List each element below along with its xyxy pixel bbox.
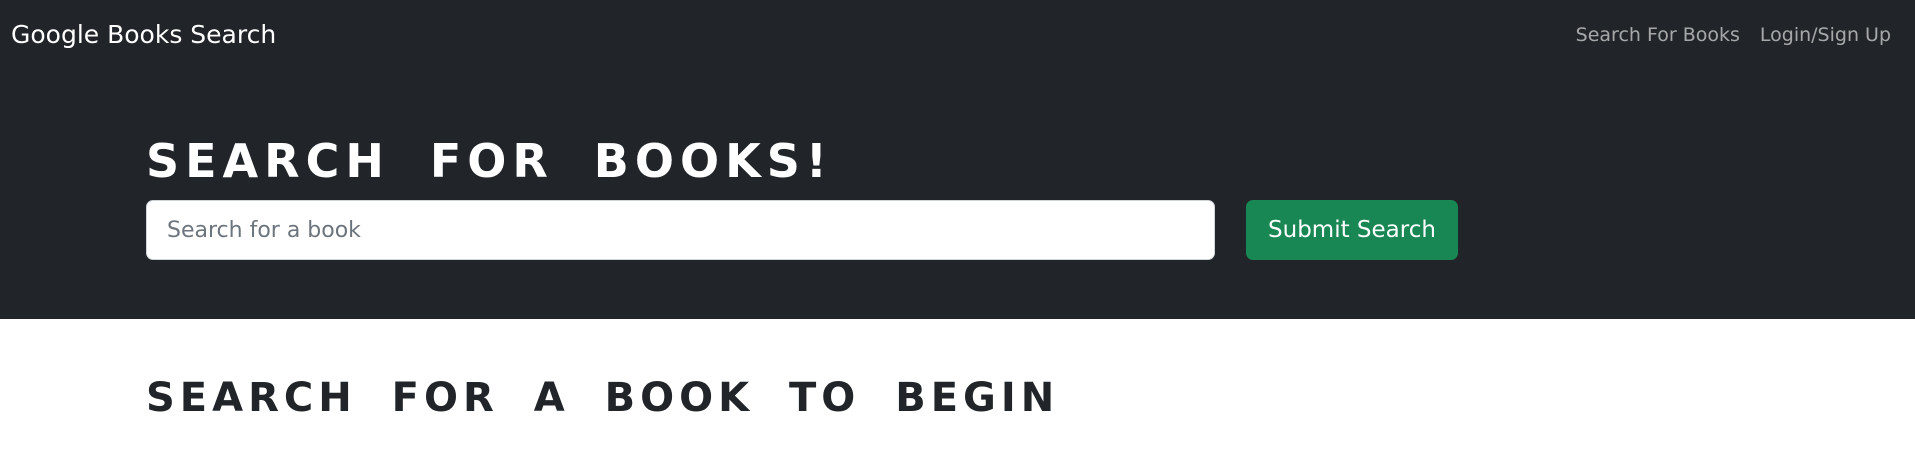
nav-link-login-signup[interactable]: Login/Sign Up: [1760, 23, 1891, 47]
page-title: Search for Books!: [146, 134, 833, 188]
results-heading: Search for a book to begin: [146, 375, 1060, 421]
brand-link[interactable]: Google Books Search: [11, 20, 276, 50]
navbar: Google Books Search Search For Books Log…: [0, 0, 1915, 69]
search-input[interactable]: [146, 200, 1215, 260]
nav-links: Search For Books Login/Sign Up: [1576, 23, 1891, 47]
search-hero: Search for Books! Submit Search: [0, 69, 1915, 319]
submit-search-button[interactable]: Submit Search: [1246, 200, 1458, 260]
nav-link-search-for-books[interactable]: Search For Books: [1576, 23, 1740, 47]
